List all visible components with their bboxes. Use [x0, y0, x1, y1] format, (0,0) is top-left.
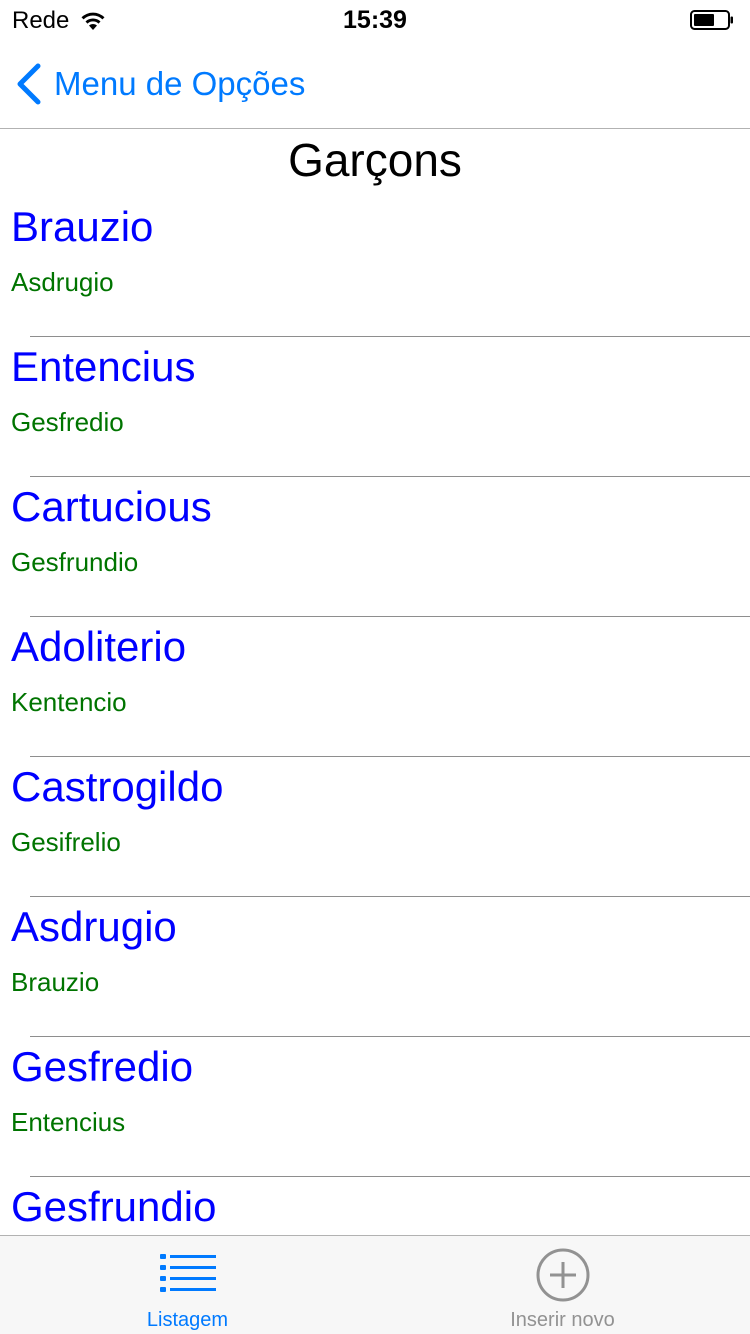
tab-listagem[interactable]: Listagem	[0, 1236, 375, 1334]
tab-bar: Listagem Inserir novo	[0, 1235, 750, 1334]
list-item[interactable]: Adoliterio Kentencio	[0, 617, 750, 757]
navigation-bar: Menu de Opções	[0, 40, 750, 129]
battery-icon	[690, 10, 733, 30]
page-title: Garçons	[288, 134, 462, 186]
list-item[interactable]: Cartucious Gesfrundio	[0, 477, 750, 617]
back-button-label: Menu de Opções	[54, 65, 306, 102]
list-item-title: Cartucious	[11, 483, 212, 530]
list-item-title: Entencius	[11, 343, 196, 390]
list-item-title: Brauzio	[11, 203, 154, 250]
list-item-subtitle: Gesifrelio	[11, 827, 121, 857]
back-button[interactable]: Menu de Opções	[14, 62, 305, 106]
list-item-title: Adoliterio	[11, 623, 187, 670]
list-item-title: Gesfredio	[11, 1043, 194, 1090]
content-area[interactable]: Garçons Brauzio Asdrugio Entencius Gesfr…	[0, 129, 750, 1235]
list-item[interactable]: Castrogildo Gesifrelio	[0, 757, 750, 897]
list-item-subtitle: Gesfrundio	[11, 547, 139, 577]
list-item-subtitle: Entencius	[11, 1107, 126, 1137]
list-item-title: Asdrugio	[11, 903, 177, 950]
tab-inserir-novo-label: Inserir novo	[510, 1309, 615, 1331]
list-item-title: Castrogildo	[11, 763, 224, 810]
list-item-subtitle: Gesfredio	[11, 407, 124, 437]
list-item-subtitle: Asdrugio	[11, 267, 114, 297]
list-item[interactable]: Gesfredio Entencius	[0, 1037, 750, 1177]
chevron-left-icon	[17, 63, 41, 105]
list-item-subtitle: Brauzio	[11, 967, 100, 997]
app-screen: Rede 15:39 Menu de Opções Garçons Brauzi…	[0, 0, 750, 1334]
list-item-subtitle: Kentencio	[11, 687, 127, 717]
list-item[interactable]: Gesfrundio	[0, 1177, 750, 1235]
list-item[interactable]: Asdrugio Brauzio	[0, 897, 750, 1037]
list-item[interactable]: Brauzio Asdrugio	[0, 197, 750, 337]
status-time: 15:39	[343, 6, 407, 34]
add-circle-icon	[536, 1248, 589, 1302]
tab-listagem-label: Listagem	[146, 1309, 229, 1331]
list-item-title: Gesfrundio	[11, 1183, 217, 1230]
status-bar: Rede 15:39	[0, 0, 750, 40]
list-icon	[159, 1254, 216, 1292]
waiter-list: Brauzio Asdrugio Entencius Gesfredio Car…	[0, 197, 750, 1235]
tab-inserir-novo[interactable]: Inserir novo	[375, 1236, 750, 1334]
list-item[interactable]: Entencius Gesfredio	[0, 337, 750, 477]
